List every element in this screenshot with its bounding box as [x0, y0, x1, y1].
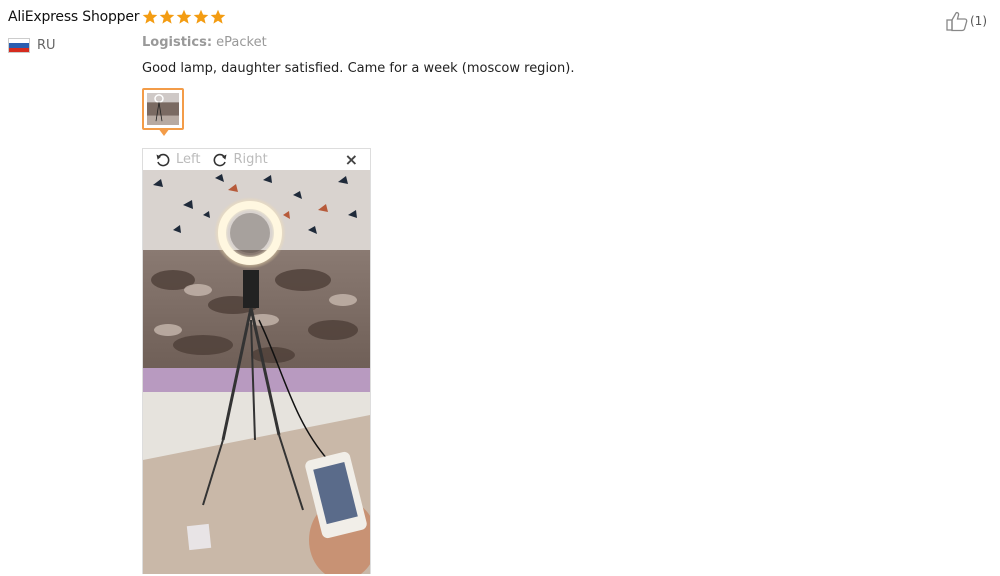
close-viewer-button[interactable]: ×	[345, 150, 358, 169]
reviewer-country: RU	[8, 38, 56, 53]
star-icon	[210, 9, 226, 24]
logistics-label: Logistics:	[142, 35, 213, 50]
rotate-left-button[interactable]: Left	[155, 152, 200, 168]
reviewer-name: AliExpress Shopper	[8, 9, 140, 25]
logistics-value: ePacket	[216, 35, 267, 50]
thumbnail-image	[147, 93, 179, 125]
review-text: Good lamp, daughter satisfied. Came for …	[142, 61, 575, 76]
star-icon	[159, 9, 175, 24]
thumbs-up-icon	[946, 11, 968, 32]
rotate-left-icon	[156, 153, 170, 166]
viewer-toolbar: Left Right ×	[143, 149, 370, 170]
thumbnail-pointer	[158, 128, 170, 136]
review-photo	[143, 170, 370, 574]
like-count: (1)	[970, 14, 987, 28]
review-photo-thumbnail[interactable]	[142, 88, 184, 130]
logistics-info: Logistics: ePacket	[142, 35, 267, 50]
helpful-like-button[interactable]: (1)	[946, 10, 987, 32]
rotate-right-icon	[214, 153, 227, 166]
rotate-right-label: Right	[233, 152, 268, 167]
country-code: RU	[37, 38, 56, 53]
star-icon	[176, 9, 192, 24]
star-icon	[142, 9, 158, 24]
star-icon	[193, 9, 209, 24]
rotate-right-button[interactable]: Right	[212, 152, 268, 168]
rotate-left-label: Left	[176, 152, 201, 167]
russia-flag-icon	[8, 38, 30, 53]
rating-stars	[142, 9, 226, 25]
photo-viewer: Left Right ×	[142, 148, 371, 574]
